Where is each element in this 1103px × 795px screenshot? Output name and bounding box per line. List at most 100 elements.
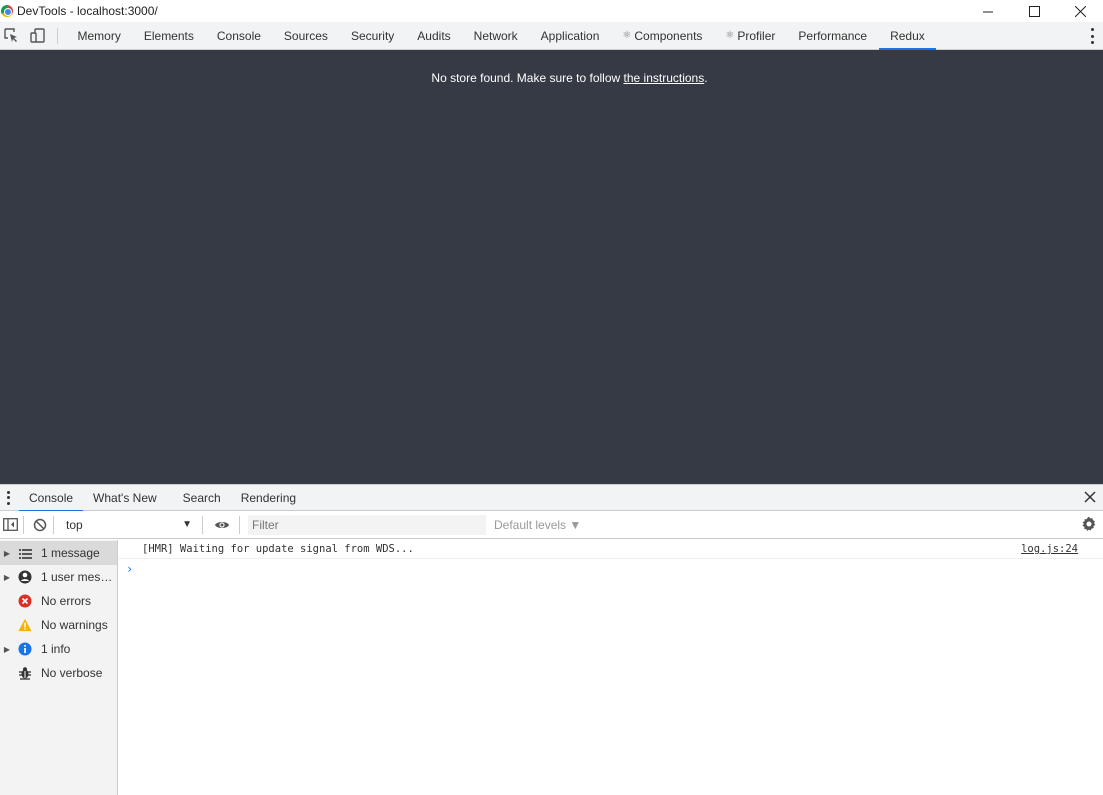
device-toolbar-icon xyxy=(29,28,45,43)
tab-network[interactable]: Network xyxy=(462,22,529,49)
sidebar-item-user[interactable]: ▶ 1 user messages xyxy=(0,565,117,589)
redux-message-text: No store found. Make sure to follow xyxy=(431,71,624,85)
execution-context-select[interactable]: top ▼ xyxy=(58,515,198,535)
sidebar-item-label: No verbose xyxy=(41,666,103,680)
chrome-logo-icon xyxy=(1,5,13,17)
console-messages: [HMR] Waiting for update signal from WDS… xyxy=(118,540,1103,795)
tab-memory[interactable]: Memory xyxy=(66,22,132,49)
instructions-link[interactable]: the instructions xyxy=(624,71,705,85)
tab-label: Audits xyxy=(417,28,451,43)
react-icon: ⚛ xyxy=(622,30,632,41)
sidebar-item-info[interactable]: ▶ 1 info xyxy=(0,637,117,661)
toolbar-divider xyxy=(53,515,54,534)
drawer-tab-what-s-new[interactable]: What's New xyxy=(83,485,167,511)
drawer-tabs: Console What's New Search Rendering xyxy=(19,485,306,512)
close-window-button[interactable] xyxy=(1057,0,1103,22)
tab-label: Sources xyxy=(283,28,328,43)
tab-console[interactable]: Console xyxy=(205,22,272,49)
user-icon xyxy=(18,570,32,584)
dropdown-arrow-icon: ▼ xyxy=(182,519,192,530)
inspect-element-button[interactable] xyxy=(1,26,21,46)
tab-label: Redux xyxy=(890,28,925,43)
expand-arrow-icon[interactable]: ▶ xyxy=(2,573,12,582)
tab-label: Elements xyxy=(143,28,194,43)
tab-audits[interactable]: Audits xyxy=(406,22,462,49)
drawer-menu-button[interactable] xyxy=(0,490,16,505)
maximize-button[interactable] xyxy=(1011,0,1057,22)
list-icon xyxy=(18,546,32,560)
console-prompt[interactable]: › xyxy=(118,559,1103,579)
maximize-icon xyxy=(1028,5,1040,17)
sidebar-toggle-icon xyxy=(2,518,18,531)
redux-panel: No store found. Make sure to follow the … xyxy=(0,50,1103,484)
tab-performance[interactable]: Performance xyxy=(787,22,879,49)
console-settings-button[interactable] xyxy=(1081,516,1099,534)
console-toolbar: top ▼ Default levels ▼ xyxy=(0,511,1103,539)
live-expression-button[interactable] xyxy=(213,516,231,534)
sidebar-item-label: No warnings xyxy=(41,618,108,632)
sidebar-item-error[interactable]: No errors xyxy=(0,589,117,613)
console-message-text: [HMR] Waiting for update signal from WDS… xyxy=(142,543,414,555)
console-sidebar: ▶ 1 message ▶ 1 user messages No errors No wa… xyxy=(0,540,118,795)
clear-console-icon xyxy=(33,518,47,531)
expand-arrow-icon[interactable]: ▶ xyxy=(2,549,12,558)
console-filter-input[interactable] xyxy=(248,514,486,535)
toolbar-divider xyxy=(23,515,24,534)
toolbar-divider xyxy=(202,515,203,534)
log-levels-dropdown[interactable]: Default levels ▼ xyxy=(494,518,581,532)
drawer-tab-bar: Console What's New Search Rendering xyxy=(0,484,1103,512)
error-icon xyxy=(18,594,32,608)
device-toolbar-button[interactable] xyxy=(27,26,47,46)
warning-icon xyxy=(18,618,32,632)
drawer-tab-console[interactable]: Console xyxy=(19,485,84,512)
tab-sources[interactable]: Sources xyxy=(272,22,339,49)
prompt-caret-icon: › xyxy=(126,562,134,576)
sidebar-item-label: No errors xyxy=(41,594,92,608)
toggle-sidebar-button[interactable] xyxy=(1,516,19,534)
tab-redux[interactable]: Redux xyxy=(878,22,937,50)
sidebar-item-warning[interactable]: No warnings xyxy=(0,613,117,637)
eye-icon xyxy=(215,521,229,528)
close-icon xyxy=(1084,491,1096,503)
redux-message-suffix: . xyxy=(704,71,708,85)
more-options-button[interactable] xyxy=(1089,28,1095,44)
sidebar-item-bug[interactable]: No verbose xyxy=(0,661,117,685)
close-drawer-button[interactable] xyxy=(1083,490,1097,504)
bug-icon xyxy=(18,666,32,680)
clear-console-button[interactable] xyxy=(31,516,49,534)
sidebar-item-label: 1 user messages xyxy=(41,570,113,584)
panel-tabs: Memory Elements Console Sources Security Audi… xyxy=(66,22,937,50)
sidebar-item-label: 1 message xyxy=(41,546,100,560)
devtools-main-toolbar: Memory Elements Console Sources Security Audi… xyxy=(0,22,1103,50)
tab-label: Network xyxy=(473,28,518,43)
inspect-element-icon xyxy=(3,28,17,42)
tab-elements[interactable]: Elements xyxy=(132,22,205,49)
sidebar-item-list[interactable]: ▶ 1 message xyxy=(0,541,117,565)
react-icon: ⚛ xyxy=(725,30,735,41)
window-controls xyxy=(965,0,1103,22)
toolbar-divider xyxy=(57,27,58,44)
tab-profiler[interactable]: ⚛ Profiler xyxy=(714,22,787,49)
execution-context-value: top xyxy=(66,517,83,532)
close-icon xyxy=(1074,5,1086,17)
gear-icon xyxy=(1082,516,1096,531)
tab-label: Security xyxy=(350,28,395,43)
console-message-row: [HMR] Waiting for update signal from WDS… xyxy=(118,540,1103,559)
console-message-source-link[interactable]: log.js:24 xyxy=(1021,543,1078,555)
tab-components[interactable]: ⚛ Components xyxy=(611,22,714,49)
window-title-bar: DevTools - localhost:3000/ xyxy=(0,0,1103,22)
toolbar-divider xyxy=(239,515,240,534)
tab-label: Application xyxy=(540,28,600,43)
tab-security[interactable]: Security xyxy=(339,22,405,49)
info-icon xyxy=(18,642,32,656)
tab-label: Console xyxy=(216,28,261,43)
sidebar-item-label: 1 info xyxy=(41,642,71,656)
tab-application[interactable]: Application xyxy=(529,22,611,49)
tab-label: Memory xyxy=(77,28,121,43)
drawer-tab-search[interactable]: Search xyxy=(173,485,231,511)
expand-arrow-icon[interactable]: ▶ xyxy=(2,645,12,654)
redux-no-store-message: No store found. Make sure to follow the … xyxy=(0,71,1103,85)
tab-label: Profiler xyxy=(737,28,776,43)
minimize-button[interactable] xyxy=(965,0,1011,22)
drawer-tab-rendering[interactable]: Rendering xyxy=(231,485,306,511)
